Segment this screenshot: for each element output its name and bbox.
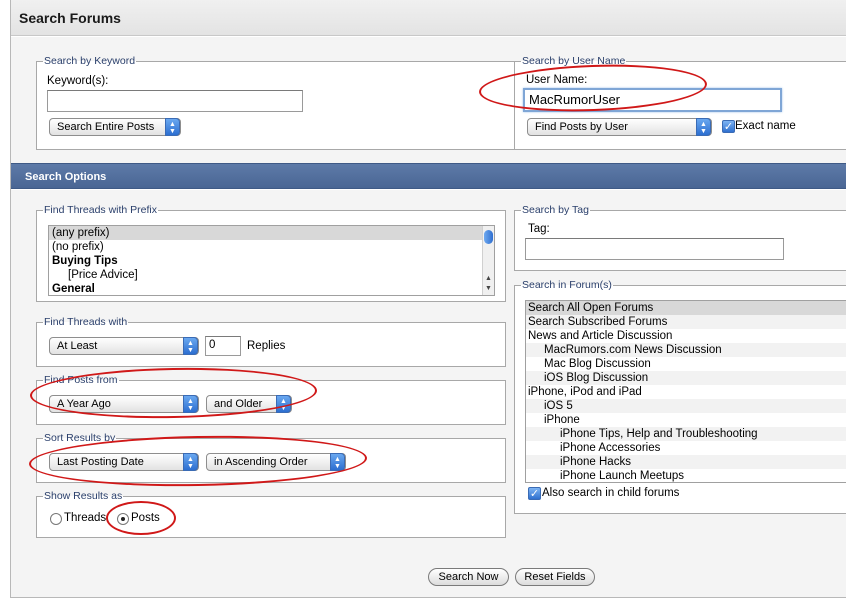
child-forums-label: Also search in child forums bbox=[542, 487, 680, 499]
tag-label: Tag: bbox=[528, 223, 550, 235]
posts-from-period-value: A Year Ago bbox=[57, 398, 111, 410]
sort-order-value: in Ascending Order bbox=[214, 456, 308, 468]
threads-qualifier-select[interactable]: At Least ▲ ▼ bbox=[49, 337, 199, 355]
username-legend: Search by User Name bbox=[522, 55, 626, 67]
updown-arrow-icon: ▲ ▼ bbox=[183, 395, 198, 413]
forum-option[interactable]: News and Article Discussion bbox=[526, 329, 846, 343]
keyword-scope-value: Search Entire Posts bbox=[57, 121, 155, 133]
username-label: User Name: bbox=[526, 74, 588, 86]
scroll-up-arrow-icon[interactable]: ▲ bbox=[483, 275, 494, 285]
updown-arrow-icon: ▲ ▼ bbox=[276, 395, 291, 413]
forum-option[interactable]: iOS 5 bbox=[526, 399, 846, 413]
sort-order-select[interactable]: in Ascending Order ▲ ▼ bbox=[206, 453, 346, 471]
forum-option[interactable]: iPhone Tips, Help and Troubleshooting bbox=[526, 427, 846, 441]
forum-option[interactable]: iPhone Hacks bbox=[526, 455, 846, 469]
keyword-legend: Search by Keyword bbox=[44, 55, 136, 67]
sort-legend: Sort Results by bbox=[44, 432, 116, 444]
threads-radio[interactable] bbox=[50, 513, 62, 525]
tag-legend: Search by Tag bbox=[522, 204, 589, 216]
search-options-header: Search Options bbox=[11, 163, 846, 189]
child-forums-checkbox[interactable]: ✓ bbox=[528, 487, 541, 500]
scroll-down-arrow-icon[interactable]: ▼ bbox=[483, 285, 494, 295]
updown-arrow-icon: ▲ ▼ bbox=[183, 337, 198, 355]
prefix-scrollbar[interactable]: ▲ ▼ bbox=[482, 226, 494, 295]
prefix-option[interactable]: (no prefix) bbox=[49, 240, 494, 254]
reply-count-input[interactable]: 0 bbox=[205, 336, 241, 356]
search-forums-window: Search Forums Search by Keyword Keyword(… bbox=[10, 0, 846, 598]
updown-arrow-icon: ▲ ▼ bbox=[330, 453, 345, 471]
keyword-scope-select[interactable]: Search Entire Posts ▲ ▼ bbox=[49, 118, 181, 136]
posts-from-direction-value: and Older bbox=[214, 398, 263, 410]
prefix-legend: Find Threads with Prefix bbox=[44, 204, 158, 216]
updown-arrow-icon: ▲ ▼ bbox=[183, 453, 198, 471]
prefix-option[interactable]: General bbox=[49, 282, 494, 295]
exact-name-label: Exact name bbox=[735, 120, 796, 132]
forums-legend: Search in Forum(s) bbox=[522, 279, 612, 291]
updown-arrow-icon: ▲ ▼ bbox=[696, 118, 711, 136]
show-as-fieldset: Show Results as bbox=[36, 490, 506, 538]
reset-fields-button[interactable]: Reset Fields bbox=[515, 568, 595, 586]
title-bar: Search Forums bbox=[11, 0, 846, 36]
sort-field-value: Last Posting Date bbox=[57, 456, 144, 468]
tag-input[interactable] bbox=[525, 238, 784, 260]
forum-option[interactable]: MacRumors.com News Discussion bbox=[526, 343, 846, 357]
prefix-option[interactable]: (any prefix) bbox=[49, 226, 494, 240]
forum-option[interactable]: iOS Blog Discussion bbox=[526, 371, 846, 385]
username-input[interactable]: MacRumorUser bbox=[523, 88, 782, 112]
forums-listbox[interactable]: Search All Open Forums Search Subscribed … bbox=[525, 300, 846, 483]
keyword-input[interactable] bbox=[47, 90, 303, 112]
sort-field-select[interactable]: Last Posting Date ▲ ▼ bbox=[49, 453, 199, 471]
prefix-option[interactable]: [Price Advice] bbox=[49, 268, 494, 282]
forum-option[interactable]: Search All Open Forums bbox=[526, 301, 846, 315]
search-now-button[interactable]: Search Now bbox=[428, 568, 509, 586]
username-mode-select[interactable]: Find Posts by User ▲ ▼ bbox=[527, 118, 712, 136]
updown-arrow-icon: ▲ ▼ bbox=[165, 118, 180, 136]
page-title: Search Forums bbox=[19, 10, 121, 26]
threads-qualifier-value: At Least bbox=[57, 340, 98, 352]
show-as-legend: Show Results as bbox=[44, 490, 123, 502]
forum-option[interactable]: iPhone, iPod and iPad bbox=[526, 385, 846, 399]
search-options-title: Search Options bbox=[25, 171, 107, 183]
keyword-label: Keyword(s): bbox=[47, 75, 109, 87]
threads-with-legend: Find Threads with bbox=[44, 316, 128, 328]
forum-option[interactable]: Search Subscribed Forums bbox=[526, 315, 846, 329]
username-mode-value: Find Posts by User bbox=[535, 121, 628, 133]
forum-option[interactable]: iPhone Launch Meetups bbox=[526, 469, 846, 482]
forum-option[interactable]: iPhone bbox=[526, 413, 846, 427]
replies-label: Replies bbox=[247, 340, 286, 352]
posts-from-legend: Find Posts from bbox=[44, 374, 118, 386]
scroll-thumb[interactable] bbox=[484, 230, 493, 244]
threads-radio-label: Threads bbox=[64, 512, 107, 524]
posts-from-period-select[interactable]: A Year Ago ▲ ▼ bbox=[49, 395, 199, 413]
prefix-listbox[interactable]: (any prefix) (no prefix) Buying Tips [Price… bbox=[48, 225, 495, 296]
posts-radio-label: Posts bbox=[131, 512, 160, 524]
exact-name-checkbox[interactable]: ✓ bbox=[722, 120, 735, 133]
posts-radio[interactable] bbox=[117, 513, 129, 525]
posts-from-direction-select[interactable]: and Older ▲ ▼ bbox=[206, 395, 292, 413]
forum-option[interactable]: iPhone Accessories bbox=[526, 441, 846, 455]
forum-option[interactable]: Mac Blog Discussion bbox=[526, 357, 846, 371]
prefix-option[interactable]: Buying Tips bbox=[49, 254, 494, 268]
